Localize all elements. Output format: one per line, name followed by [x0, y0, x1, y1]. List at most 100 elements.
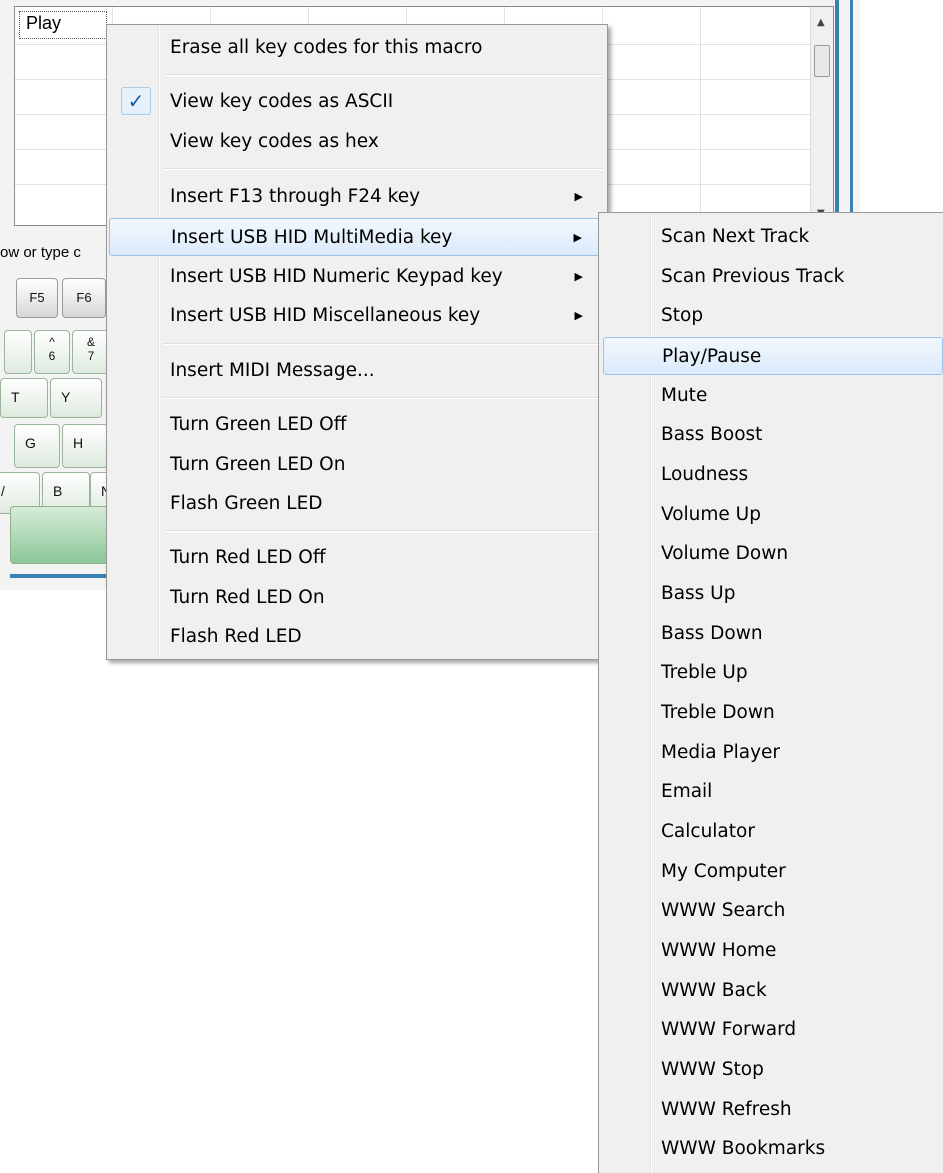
scroll-thumb[interactable]: [814, 45, 830, 77]
menu-item-label: Insert F13 through F24 key: [170, 186, 421, 207]
key-6[interactable]: ^ 6: [34, 330, 70, 374]
menu-item-erase-all[interactable]: Erase all key codes for this macro: [109, 29, 605, 67]
submenu-item-label: Scan Previous Track: [661, 266, 845, 287]
key-f6[interactable]: F6: [62, 278, 106, 318]
submenu-arrow-icon: ▶: [573, 231, 582, 244]
menu-item-label: Erase all key codes for this macro: [170, 37, 483, 58]
grid-line: [700, 7, 701, 225]
scroll-up-icon[interactable]: ▲: [817, 17, 825, 28]
checkmark-icon: ✓: [121, 87, 151, 115]
key-7[interactable]: & 7: [72, 330, 110, 374]
submenu-item-treble-up[interactable]: Treble Up: [603, 654, 943, 692]
submenu-item-scan-next-track[interactable]: Scan Next Track: [603, 218, 943, 256]
submenu-item-label: WWW Refresh: [661, 1099, 792, 1120]
menu-separator: [163, 530, 603, 532]
key-label: 6: [48, 349, 56, 363]
submenu-item-www-refresh[interactable]: WWW Refresh: [603, 1091, 943, 1129]
menu-item-label: Flash Green LED: [170, 493, 323, 514]
menu-item-insert-miscellaneous[interactable]: Insert USB HID Miscellaneous key ▶: [109, 297, 605, 335]
submenu-item-loudness[interactable]: Loudness: [603, 456, 943, 494]
submenu-arrow-icon: ▶: [574, 190, 583, 203]
menu-item-green-led-off[interactable]: Turn Green LED Off: [109, 406, 605, 444]
menu-item-label: Turn Red LED On: [170, 587, 325, 608]
submenu-item-scan-previous-track[interactable]: Scan Previous Track: [603, 258, 943, 296]
menu-item-insert-numeric-keypad[interactable]: Insert USB HID Numeric Keypad key ▶: [109, 258, 605, 296]
menu-item-insert-multimedia[interactable]: Insert USB HID MultiMedia key ▶: [109, 218, 605, 256]
virtual-keyboard: F5 F6 ^ 6 & 7 T Y G H / B N: [0, 278, 120, 573]
submenu-item-label: Volume Up: [661, 504, 761, 525]
submenu-item-volume-down[interactable]: Volume Down: [603, 535, 943, 573]
context-menu: Erase all key codes for this macro ✓ Vie…: [106, 24, 608, 660]
menu-item-flash-green-led[interactable]: Flash Green LED: [109, 485, 605, 523]
menu-item-label: Insert MIDI Message...: [170, 360, 375, 381]
menu-item-insert-midi[interactable]: Insert MIDI Message...: [109, 352, 605, 390]
keyboard-spacebar-area[interactable]: [10, 506, 110, 564]
submenu-arrow-icon: ▶: [574, 270, 583, 283]
menu-item-label: View key codes as ASCII: [170, 91, 394, 112]
key-t[interactable]: T: [0, 378, 48, 418]
submenu-item-www-forward[interactable]: WWW Forward: [603, 1011, 943, 1049]
menu-item-flash-red-led[interactable]: Flash Red LED: [109, 618, 605, 656]
submenu-item-label: WWW Home: [661, 940, 777, 961]
submenu-item-label: Bass Up: [661, 583, 736, 604]
submenu-item-media-player[interactable]: Media Player: [603, 734, 943, 772]
key-y[interactable]: Y: [50, 378, 102, 418]
submenu-item-bass-up[interactable]: Bass Up: [603, 575, 943, 613]
key-shift-label: ^: [49, 335, 55, 349]
menu-separator: [163, 397, 603, 399]
key-label: 7: [87, 349, 95, 363]
menu-item-insert-f13-f24[interactable]: Insert F13 through F24 key ▶: [109, 178, 605, 216]
submenu-item-label: Volume Down: [661, 543, 789, 564]
menu-item-label: Turn Red LED Off: [170, 547, 326, 568]
menu-item-green-led-on[interactable]: Turn Green LED On: [109, 446, 605, 484]
key-h[interactable]: H: [62, 424, 108, 468]
key-shift-label: &: [86, 335, 95, 349]
submenu-item-www-bookmarks[interactable]: WWW Bookmarks: [603, 1130, 943, 1168]
submenu-item-email[interactable]: Email: [603, 773, 943, 811]
submenu-item-label: Treble Up: [661, 662, 748, 683]
submenu-item-volume-up[interactable]: Volume Up: [603, 496, 943, 534]
submenu-item-label: Mute: [661, 385, 708, 406]
submenu-item-label: My Computer: [661, 861, 786, 882]
submenu-item-label: WWW Forward: [661, 1019, 797, 1040]
submenu-item-bass-down[interactable]: Bass Down: [603, 615, 943, 653]
submenu-item-www-home[interactable]: WWW Home: [603, 932, 943, 970]
menu-item-label: Turn Green LED On: [170, 454, 346, 475]
key-f5[interactable]: F5: [16, 278, 58, 318]
menu-item-view-ascii[interactable]: ✓ View key codes as ASCII: [109, 83, 605, 121]
submenu-item-label: WWW Stop: [661, 1059, 764, 1080]
grid-cell-selected[interactable]: Play: [19, 11, 107, 39]
menu-item-red-led-on[interactable]: Turn Red LED On: [109, 579, 605, 617]
submenu-item-label: Media Player: [661, 742, 781, 763]
submenu-arrow-icon: ▶: [574, 309, 583, 322]
submenu-item-label: Stop: [661, 305, 704, 326]
menu-item-label: Insert USB HID Numeric Keypad key: [170, 266, 503, 287]
submenu-item-stop[interactable]: Stop: [603, 297, 943, 335]
submenu-item-play-pause[interactable]: Play/Pause: [603, 337, 943, 375]
menu-separator: [163, 74, 603, 76]
submenu-item-label: WWW Search: [661, 900, 786, 921]
submenu-item-label: WWW Bookmarks: [661, 1138, 826, 1159]
submenu-item-label: Treble Down: [661, 702, 775, 723]
menu-separator: [163, 168, 603, 170]
submenu-item-www-back[interactable]: WWW Back: [603, 972, 943, 1010]
submenu-item-label: Calculator: [661, 821, 755, 842]
multimedia-submenu: Scan Next Track Scan Previous Track Stop…: [598, 212, 943, 1173]
submenu-item-bass-boost[interactable]: Bass Boost: [603, 416, 943, 454]
menu-item-view-hex[interactable]: View key codes as hex: [109, 123, 605, 161]
window-border: [850, 0, 853, 230]
submenu-item-mute[interactable]: Mute: [603, 377, 943, 415]
key[interactable]: [4, 330, 32, 374]
submenu-item-my-computer[interactable]: My Computer: [603, 853, 943, 891]
submenu-item-calculator[interactable]: Calculator: [603, 813, 943, 851]
window-border: [10, 574, 120, 578]
key-g[interactable]: G: [14, 424, 60, 468]
submenu-item-www-search[interactable]: WWW Search: [603, 892, 943, 930]
submenu-item-www-stop[interactable]: WWW Stop: [603, 1051, 943, 1089]
menu-item-label: Insert USB HID MultiMedia key: [171, 227, 453, 248]
submenu-item-label: Email: [661, 781, 713, 802]
submenu-item-treble-down[interactable]: Treble Down: [603, 694, 943, 732]
menu-item-red-led-off[interactable]: Turn Red LED Off: [109, 539, 605, 577]
vertical-scrollbar[interactable]: ▲ ▼: [810, 7, 833, 225]
menu-item-label: Turn Green LED Off: [170, 414, 347, 435]
